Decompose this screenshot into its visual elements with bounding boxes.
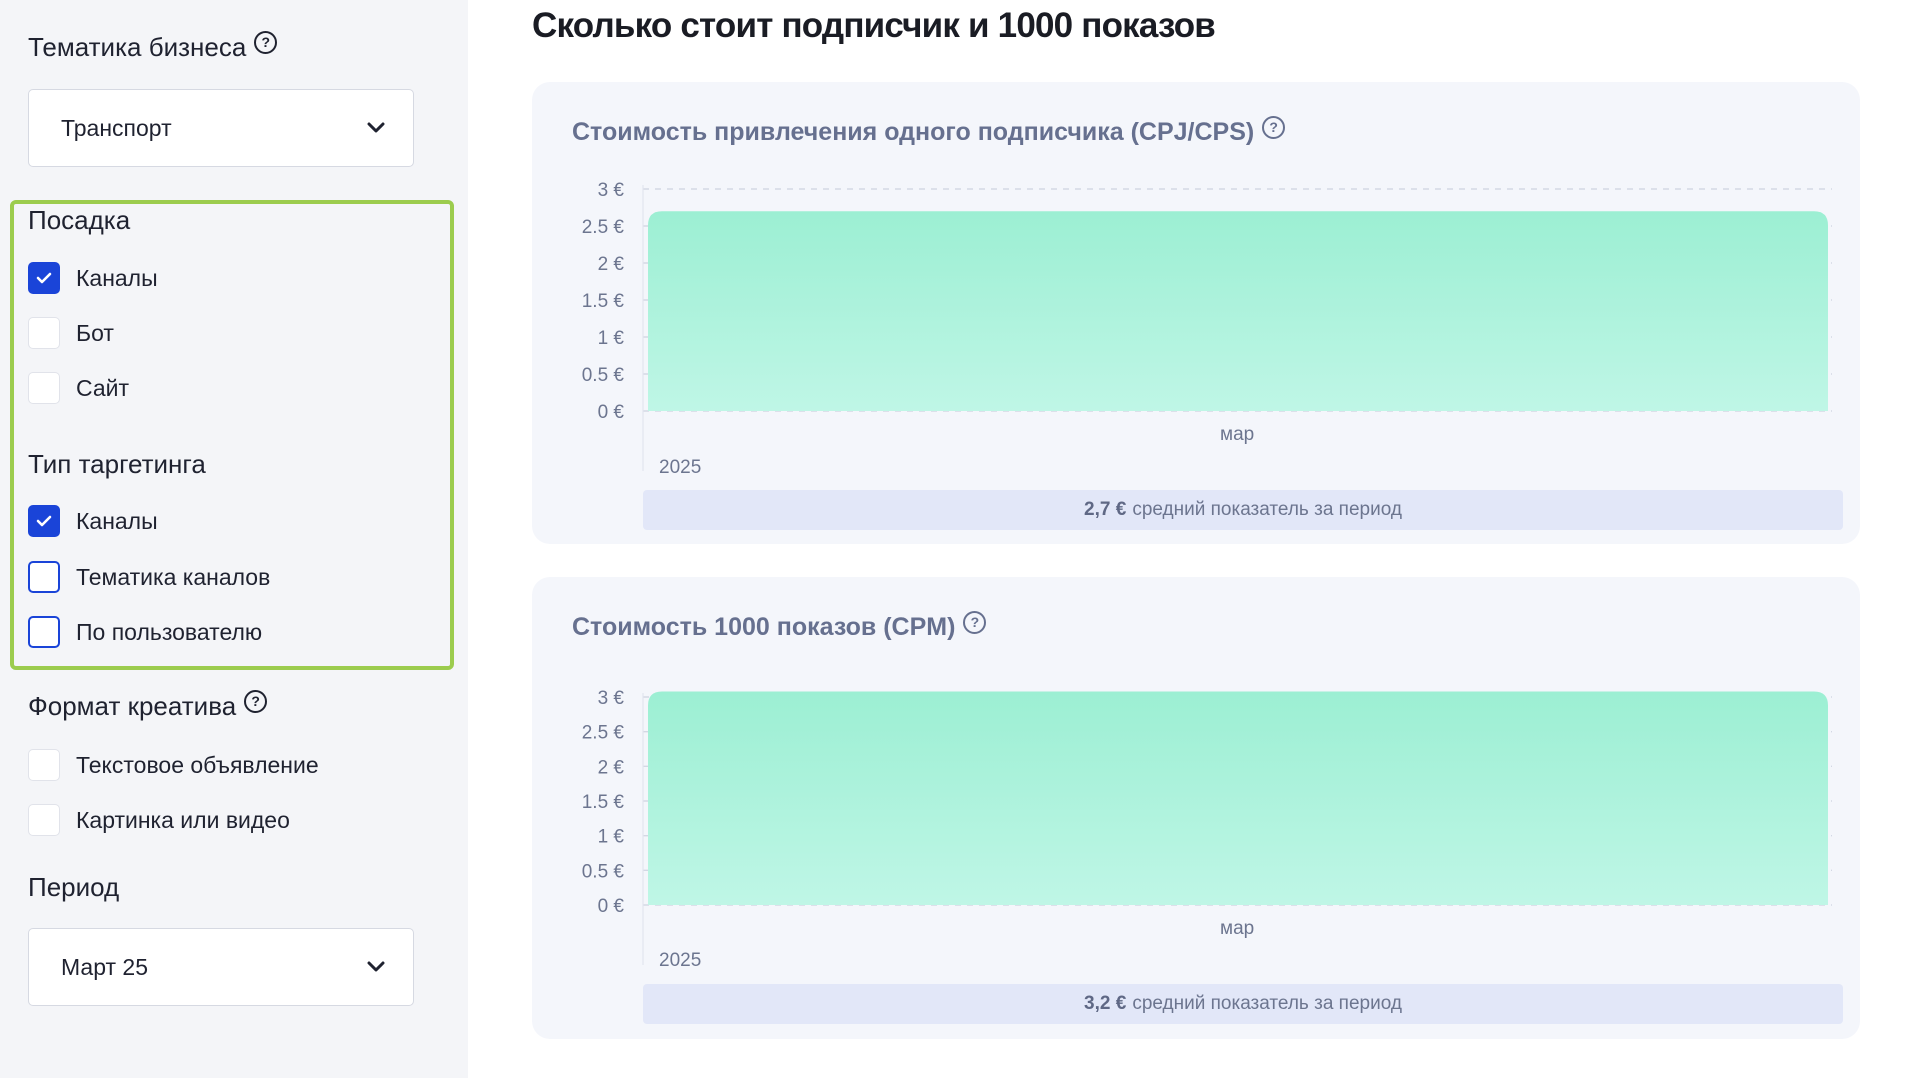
- y-tick-label: 2 €: [598, 254, 625, 275]
- x-tick-label: мар: [1220, 918, 1255, 939]
- checkbox-unchecked[interactable]: [28, 372, 60, 404]
- y-tick-label: 3 €: [598, 688, 625, 709]
- y-tick-label: 0 €: [598, 402, 625, 423]
- help-icon[interactable]: ?: [254, 31, 278, 54]
- business-topic-value: Транспорт: [61, 114, 172, 141]
- landing-title: Посадка: [28, 205, 131, 235]
- targeting-option-by-user[interactable]: По пользователю: [28, 616, 262, 648]
- help-icon[interactable]: ?: [244, 690, 268, 713]
- business-topic-select[interactable]: Транспорт: [28, 89, 414, 167]
- checkbox-checked[interactable]: [28, 262, 60, 294]
- targeting-option-channel-topics[interactable]: Тематика каналов: [28, 561, 270, 593]
- area-series: [648, 211, 1828, 411]
- creative-option-media[interactable]: Картинка или видео: [28, 804, 290, 836]
- checkbox-unchecked[interactable]: [28, 317, 60, 349]
- targeting-option-channels[interactable]: Каналы: [28, 505, 158, 537]
- y-tick-label: 1 €: [598, 328, 625, 349]
- checkbox-unchecked[interactable]: [28, 749, 60, 781]
- page-title: Сколько стоит подписчик и 1000 показов: [532, 6, 1216, 45]
- creative-format-title: Формат креатива ?: [28, 690, 268, 722]
- year-label: 2025: [659, 950, 702, 971]
- period-select[interactable]: Март 25: [28, 928, 414, 1006]
- targeting-title: Тип таргетинга: [28, 449, 206, 479]
- average-text: средний показатель за период: [1132, 993, 1402, 1014]
- chart-cpm: 3 € 2.5 € 2 € 1.5 € 1 € 0.5 € 0 €: [582, 688, 1832, 965]
- business-topic-title: Тематика бизнеса ?: [28, 31, 278, 63]
- average-value: 2,7 €: [1084, 499, 1127, 520]
- chart-cpj: 3 € 2.5 € 2 € 1.5 € 1 € 0.5 € 0 €: [582, 180, 1832, 471]
- checkbox-unchecked[interactable]: [28, 616, 60, 648]
- landing-option-channels[interactable]: Каналы: [28, 262, 158, 294]
- chart-card-cpj: Стоимость привлечения одного подписчика …: [532, 82, 1860, 544]
- checkbox-checked[interactable]: [28, 505, 60, 537]
- check-icon: [36, 272, 52, 284]
- chevron-down-icon: [367, 961, 385, 973]
- y-tick-label: 0.5 €: [582, 365, 625, 386]
- average-text: средний показатель за период: [1132, 499, 1402, 520]
- checkbox-unchecked[interactable]: [28, 561, 60, 593]
- filter-sidebar: Тематика бизнеса ? Транспорт Посадка Кан…: [0, 0, 468, 1078]
- y-tick-label: 1.5 €: [582, 291, 625, 312]
- check-icon: [36, 515, 52, 527]
- period-value: Март 25: [61, 953, 149, 980]
- average-value: 3,2 €: [1084, 993, 1127, 1014]
- y-tick-label: 2.5 €: [582, 217, 625, 238]
- y-tick-label: 1.5 €: [582, 792, 625, 813]
- y-tick-label: 0 €: [598, 896, 625, 917]
- landing-option-bot[interactable]: Бот: [28, 317, 114, 349]
- average-bar: 3,2 € средний показатель за период: [643, 984, 1843, 1024]
- checkbox-unchecked[interactable]: [28, 804, 60, 836]
- x-tick-label: мар: [1220, 424, 1255, 445]
- y-tick-label: 0.5 €: [582, 861, 625, 882]
- landing-option-site[interactable]: Сайт: [28, 372, 129, 404]
- chevron-down-icon: [367, 122, 385, 134]
- y-tick-label: 2.5 €: [582, 723, 625, 744]
- y-tick-label: 1 €: [598, 827, 625, 848]
- chart-card-cpm: Стоимость 1000 показов (CPM) ? 3 €2.5 €2…: [532, 577, 1860, 1039]
- y-tick-label: 3 €: [598, 180, 625, 201]
- year-label: 2025: [659, 457, 702, 478]
- area-series: [648, 691, 1828, 905]
- creative-option-text[interactable]: Текстовое объявление: [28, 749, 319, 781]
- average-bar: 2,7 € средний показатель за период: [643, 490, 1843, 530]
- y-tick-label: 2 €: [598, 757, 625, 778]
- period-title: Период: [28, 872, 120, 902]
